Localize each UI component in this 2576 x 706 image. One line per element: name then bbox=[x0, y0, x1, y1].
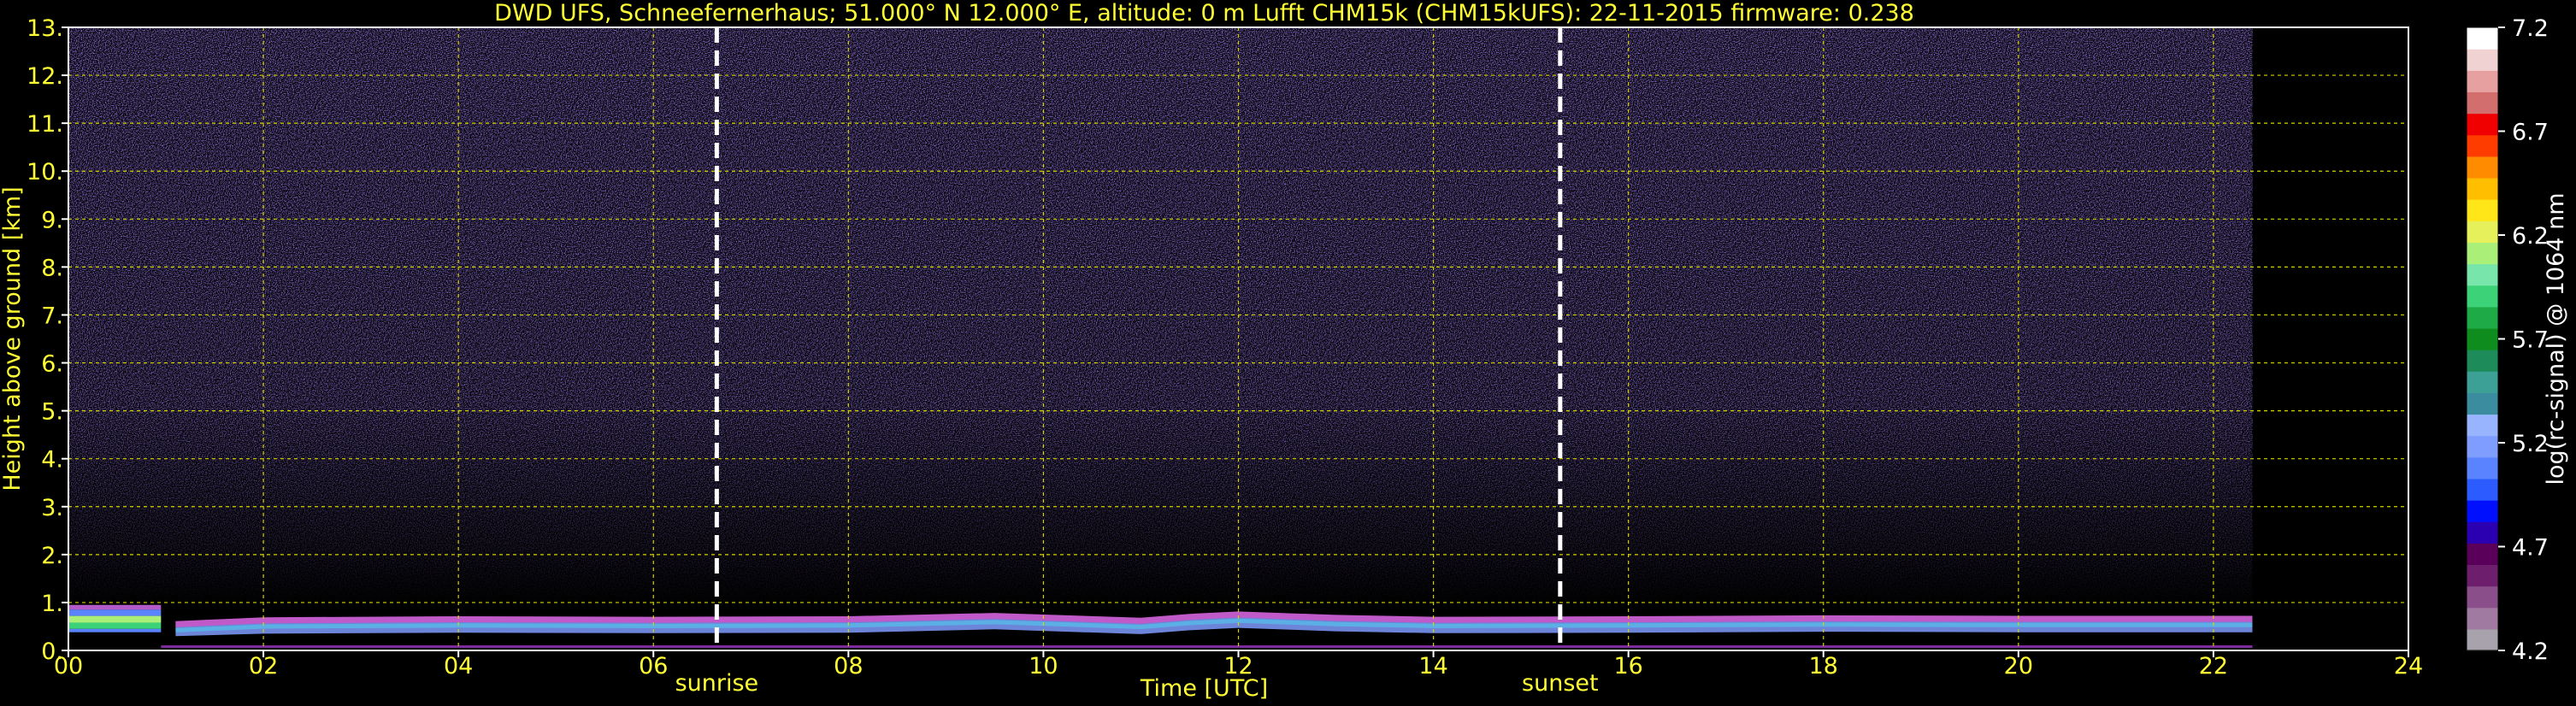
y-tick-label: 10. bbox=[27, 159, 63, 185]
y-tick-label: 4. bbox=[41, 447, 63, 474]
colorbar-segment bbox=[2467, 607, 2498, 630]
x-axis-label: Time [UTC] bbox=[1140, 675, 1268, 702]
colorbar-segment bbox=[2467, 414, 2498, 437]
colorbar-segment bbox=[2467, 156, 2498, 179]
x-tick-label: 22 bbox=[2199, 653, 2228, 680]
colorbar-segment bbox=[2467, 221, 2498, 243]
backscatter-noise bbox=[68, 27, 2253, 650]
colorbar-segment bbox=[2467, 371, 2498, 393]
y-tick-label: 13. bbox=[27, 15, 63, 42]
colorbar-segment bbox=[2467, 91, 2498, 115]
y-tick-label: 2. bbox=[41, 543, 63, 569]
colorbar-tick-label: 6.7 bbox=[2512, 120, 2549, 146]
colorbar-segment bbox=[2467, 500, 2498, 522]
x-tick-label: 24 bbox=[2394, 653, 2423, 680]
colorbar-segment bbox=[2467, 263, 2498, 286]
colorbar-segment bbox=[2467, 199, 2498, 221]
x-tick-label: 06 bbox=[639, 653, 668, 680]
colorbar-segment bbox=[2467, 521, 2498, 544]
y-tick-label: 0. bbox=[41, 638, 63, 665]
colorbar-segment bbox=[2467, 327, 2498, 350]
colorbar-segment bbox=[2467, 628, 2498, 651]
x-tick-label: 16 bbox=[1613, 653, 1642, 680]
early-signal-block bbox=[68, 622, 162, 629]
colorbar-segment bbox=[2467, 585, 2498, 609]
colorbar-segment bbox=[2467, 478, 2498, 501]
y-tick-label: 8. bbox=[41, 255, 63, 281]
colorbar: 4.24.75.25.76.26.77.2log(rc-signal) @ 10… bbox=[2466, 15, 2569, 665]
early-signal-block bbox=[68, 615, 162, 623]
colorbar-segment bbox=[2467, 242, 2498, 265]
early-signal-block bbox=[68, 604, 162, 610]
colorbar-segment bbox=[2467, 113, 2498, 136]
x-tick-label: 20 bbox=[2004, 653, 2033, 680]
early-signal-block bbox=[68, 609, 162, 616]
colorbar-segment bbox=[2467, 70, 2498, 93]
y-tick-label: 12. bbox=[27, 63, 63, 90]
colorbar-segment bbox=[2467, 49, 2498, 71]
colorbar-segment bbox=[2467, 306, 2498, 329]
y-axis-label: Height above ground [km] bbox=[0, 186, 26, 491]
colorbar-segment bbox=[2467, 392, 2498, 415]
colorbar-segment bbox=[2467, 177, 2498, 200]
event-label-sunrise: sunrise bbox=[675, 670, 759, 697]
x-tick-label: 08 bbox=[834, 653, 863, 680]
colorbar-segment bbox=[2467, 456, 2498, 479]
event-label-sunset: sunset bbox=[1522, 670, 1599, 697]
colorbar-segment bbox=[2467, 27, 2498, 50]
colorbar-segment bbox=[2467, 435, 2498, 458]
x-tick-label: 04 bbox=[444, 653, 473, 680]
colorbar-tick-label: 4.7 bbox=[2512, 535, 2549, 562]
early-signal-block bbox=[68, 628, 162, 632]
colorbar-tick-label: 7.2 bbox=[2512, 15, 2549, 42]
chart-title: DWD UFS, Schneefernerhaus; 51.000° N 12.… bbox=[494, 0, 1914, 26]
y-tick-label: 11. bbox=[27, 111, 63, 138]
y-tick-label: 6. bbox=[41, 351, 63, 378]
x-tick-label: 10 bbox=[1029, 653, 1058, 680]
colorbar-segment bbox=[2467, 134, 2498, 157]
colorbar-tick-label: 4.2 bbox=[2512, 638, 2549, 665]
early-gap bbox=[68, 633, 162, 649]
x-tick-label: 14 bbox=[1418, 653, 1447, 680]
y-tick-label: 1. bbox=[41, 591, 63, 617]
x-tick-label: 18 bbox=[1809, 653, 1838, 680]
y-tick-label: 5. bbox=[41, 399, 63, 426]
colorbar-segment bbox=[2467, 543, 2498, 566]
colorbar-segment bbox=[2467, 564, 2498, 587]
y-tick-label: 7. bbox=[41, 303, 63, 329]
ceilometer-chart: sunrise sunset00 02 04 06 08 10 12 14 16 18 20 22 240… bbox=[0, 0, 2569, 702]
y-tick-label: 9. bbox=[41, 207, 63, 233]
x-tick-label: 02 bbox=[249, 653, 278, 680]
colorbar-segment bbox=[2467, 285, 2498, 308]
colorbar-segment bbox=[2467, 350, 2498, 372]
y-tick-label: 3. bbox=[41, 495, 63, 521]
colorbar-label: log(rc-signal) @ 1064 nm bbox=[2543, 192, 2569, 485]
